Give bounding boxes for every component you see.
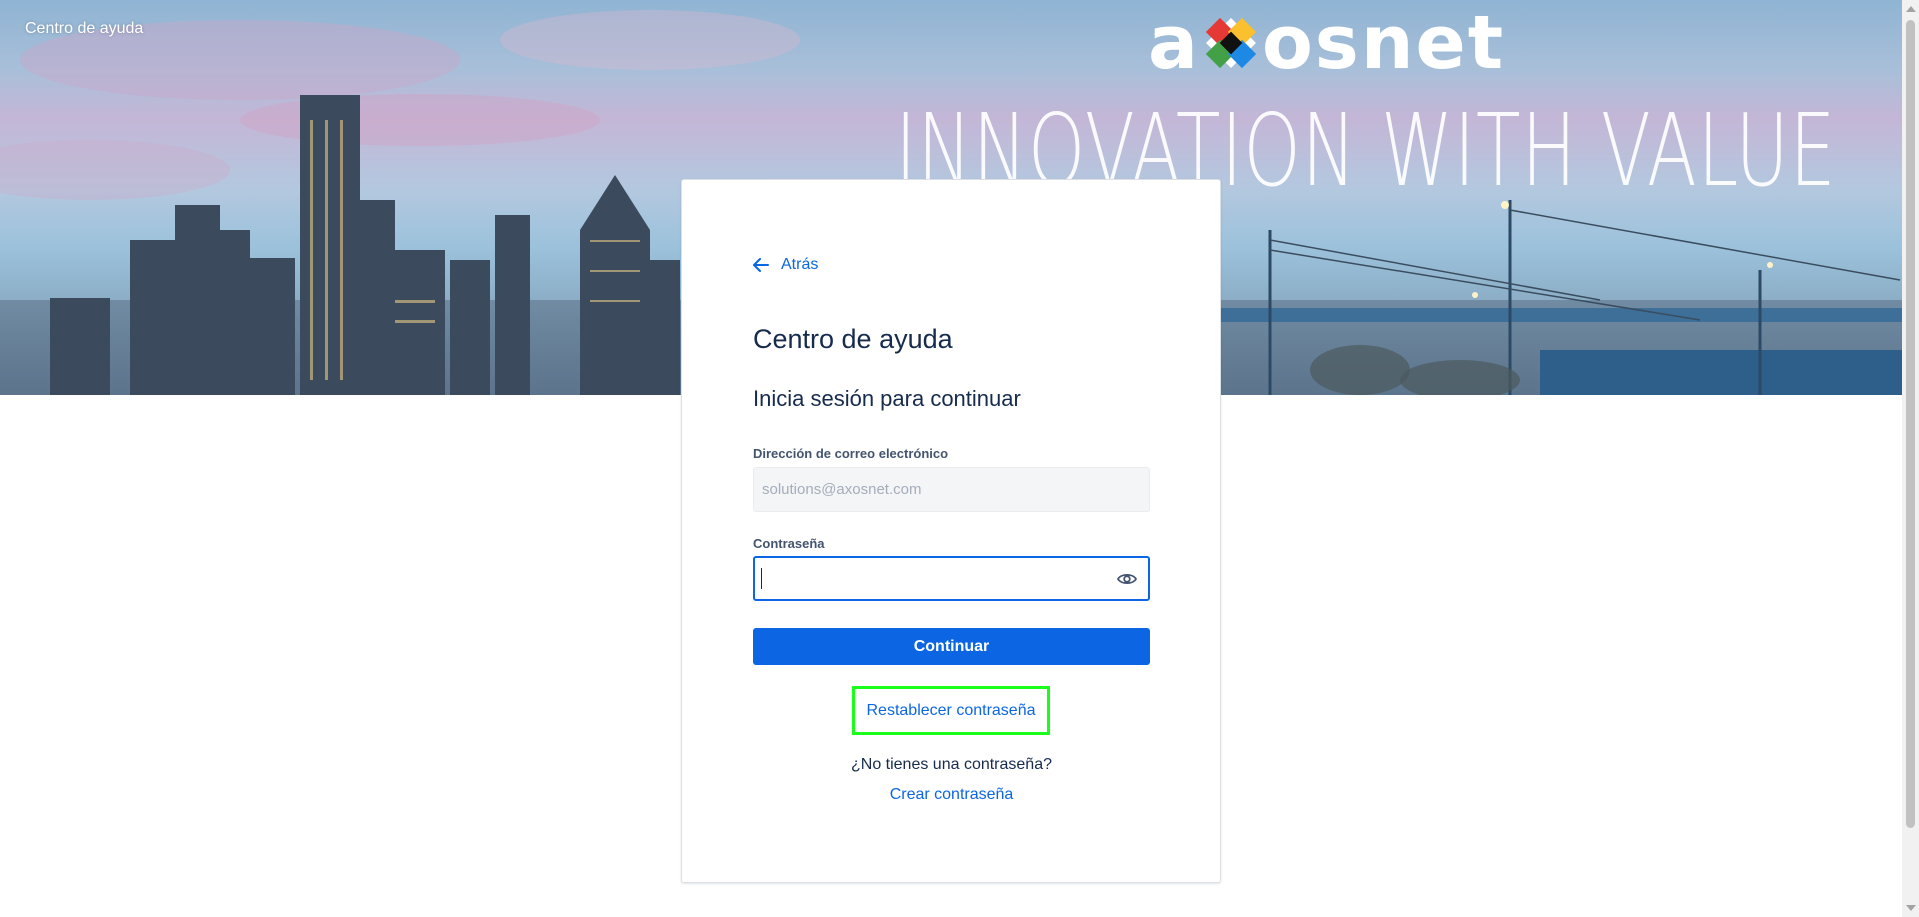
back-link-label: Atrás (781, 256, 819, 273)
email-field[interactable] (753, 467, 1150, 512)
create-password-link[interactable]: Crear contraseña (753, 786, 1150, 804)
eye-icon[interactable] (1116, 568, 1138, 590)
back-link[interactable]: Atrás (753, 256, 818, 274)
brand-text-left: a (1148, 0, 1200, 86)
reset-password-link[interactable]: Restablecer contraseña (852, 686, 1050, 735)
password-field-container[interactable] (753, 556, 1150, 601)
login-card: Atrás Centro de ayuda Inicia sesión para… (681, 179, 1221, 883)
password-label: Contraseña (753, 536, 825, 551)
card-title: Centro de ayuda (753, 324, 953, 354)
axosnet-logo-icon (1202, 14, 1260, 72)
text-cursor (761, 568, 762, 589)
card-subtitle: Inicia sesión para continuar (753, 386, 1021, 411)
brand-logo: a osnet (1148, 0, 1505, 86)
email-label: Dirección de correo electrónico (753, 446, 949, 461)
scrollbar-thumb[interactable] (1906, 20, 1915, 828)
header-help-center-title: Centro de ayuda (25, 20, 144, 37)
arrow-left-icon (753, 258, 769, 272)
continue-button[interactable]: Continuar (753, 628, 1150, 665)
no-password-text: ¿No tienes una contraseña? (850, 756, 1052, 773)
brand-text-right: osnet (1261, 0, 1506, 86)
reset-password-label: Restablecer contraseña (866, 701, 1036, 719)
scroll-up-icon[interactable] (1906, 6, 1916, 12)
password-field[interactable] (761, 558, 1105, 601)
scroll-down-icon[interactable] (1906, 905, 1916, 911)
page-scrollbar[interactable] (1902, 0, 1919, 917)
login-page: Centro de ayuda a osnet INNOVATION WITH … (0, 0, 1919, 917)
